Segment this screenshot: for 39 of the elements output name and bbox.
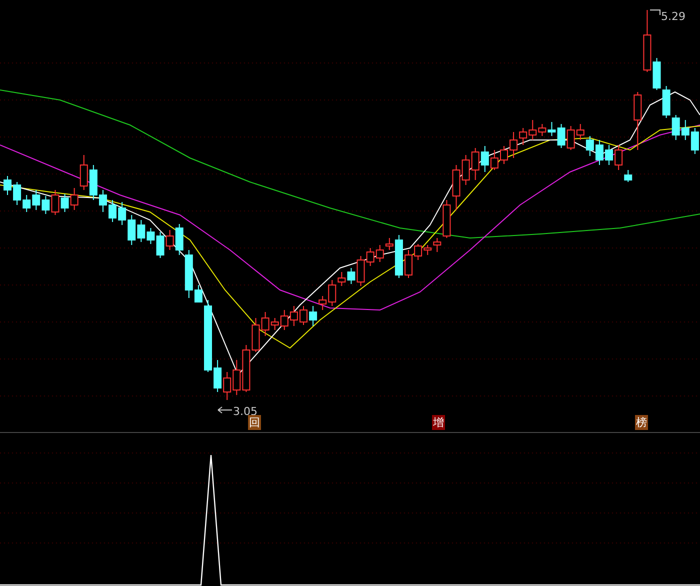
candlestick <box>376 244 384 262</box>
candlestick <box>223 372 232 400</box>
candlestick <box>500 146 508 164</box>
low-price-label: 3.05 <box>233 405 258 418</box>
candlestick <box>595 140 604 166</box>
high-marker-icon <box>650 10 660 16</box>
candlestick <box>662 86 670 118</box>
candlestick <box>290 306 298 326</box>
candlestick <box>681 120 690 140</box>
candlestick <box>672 114 680 140</box>
candlestick <box>128 214 136 246</box>
candlestick <box>42 196 50 214</box>
candlestick <box>490 150 498 170</box>
arrow-left-icon <box>218 406 232 414</box>
candlestick <box>214 360 222 392</box>
candlestick <box>480 146 489 172</box>
candlestick <box>137 220 146 242</box>
candlestick <box>634 92 642 150</box>
candlestick <box>471 148 480 180</box>
candlestick <box>605 144 614 166</box>
candlestick <box>232 360 241 396</box>
candlestick <box>13 182 22 206</box>
candlestick <box>299 306 308 326</box>
candlestick <box>118 202 126 226</box>
signal-badge: 回 <box>248 415 261 430</box>
high-price-label: 5.29 <box>661 10 686 23</box>
candlestick <box>242 344 250 392</box>
candlestick <box>309 306 318 326</box>
candlestick <box>60 194 69 212</box>
candlestick <box>51 190 60 216</box>
candlestick <box>252 318 260 352</box>
candlestick <box>586 136 594 156</box>
signal-badge: 榜 <box>635 415 648 430</box>
candlestick <box>22 194 31 212</box>
candlestick <box>4 176 12 196</box>
signal-badge: 增 <box>432 415 445 430</box>
candlestick <box>690 128 699 154</box>
candlestick <box>108 200 117 222</box>
candlestick <box>32 190 40 210</box>
